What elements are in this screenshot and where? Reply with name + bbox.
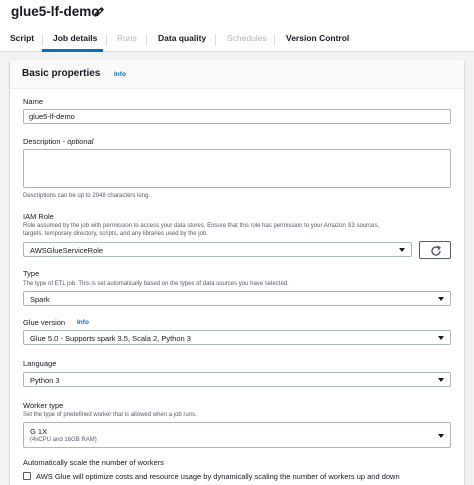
refresh-roles-button[interactable]: [419, 241, 451, 259]
caret-down-icon: [438, 434, 444, 438]
description-hint: Descriptions can be up to 2048 character…: [23, 193, 151, 199]
glue-version-value: Glue 5.0 - Supports spark 3.5, Scala 2, …: [30, 334, 191, 343]
type-label: Type: [23, 269, 40, 278]
language-label: Language: [23, 359, 57, 368]
tab-bar: Script Job details Runs Data quality Sch…: [0, 28, 474, 52]
page-header: glue5-lf-demo Script Job details Runs Da…: [0, 0, 474, 52]
language-value: Python 3: [30, 376, 60, 385]
description-textarea[interactable]: [23, 149, 451, 188]
caret-down-icon: [399, 248, 405, 252]
autoscale-label: Automatically scale the number of worker…: [23, 458, 164, 467]
info-link[interactable]: Info: [114, 71, 126, 78]
language-select[interactable]: Python 3: [23, 372, 451, 387]
worker-type-label: Worker type: [23, 401, 64, 410]
worker-type-detail: (4vCPU and 16GB RAM): [30, 437, 97, 443]
caret-down-icon: [438, 378, 444, 382]
tab-version-control[interactable]: Version Control: [286, 33, 349, 43]
type-value: Spark: [30, 295, 50, 304]
tab-data-quality[interactable]: Data quality: [158, 33, 206, 43]
autoscale-checkbox[interactable]: [23, 472, 31, 480]
pencil-icon[interactable]: [92, 5, 106, 19]
tab-divider: [146, 34, 147, 46]
tab-divider: [106, 34, 107, 46]
glue-version-label: Glue version: [23, 318, 66, 327]
tab-schedules[interactable]: Schedules: [227, 33, 267, 43]
panel-header: Basic properties Info: [10, 60, 464, 89]
job-title: glue5-lf-demo: [11, 4, 100, 19]
worker-type-select[interactable]: G 1X (4vCPU and 16GB RAM): [23, 422, 451, 448]
name-label: Name: [23, 97, 44, 106]
tab-divider: [215, 34, 216, 46]
name-input[interactable]: glue5-lf-demo: [23, 109, 451, 124]
iam-role-description-1: Role assumed by the job with permission …: [23, 223, 380, 229]
tab-job-details[interactable]: Job details: [53, 33, 97, 43]
iam-role-description-2: targets, temporary directory, scripts, a…: [23, 231, 208, 237]
iam-role-label: IAM Role: [23, 212, 54, 221]
type-description: The type of ETL job. This is set automat…: [23, 281, 289, 287]
iam-role-value: AWSGlueServiceRole: [30, 246, 104, 255]
tab-script[interactable]: Script: [10, 33, 34, 43]
iam-role-select[interactable]: AWSGlueServiceRole: [23, 242, 412, 257]
active-tab-indicator: [42, 49, 103, 52]
tab-runs[interactable]: Runs: [117, 33, 137, 43]
caret-down-icon: [438, 336, 444, 340]
caret-down-icon: [438, 297, 444, 301]
refresh-icon: [431, 245, 441, 256]
type-select[interactable]: Spark: [23, 291, 451, 306]
worker-type-description: Set the type of predefined worker that i…: [23, 412, 197, 418]
description-label: Description - optional: [23, 137, 94, 146]
tab-divider: [42, 34, 43, 46]
glue-version-select[interactable]: Glue 5.0 - Supports spark 3.5, Scala 2, …: [23, 330, 451, 345]
autoscale-checkbox-label[interactable]: AWS Glue will optimize costs and resourc…: [36, 472, 400, 481]
panel-title: Basic properties: [22, 68, 101, 79]
glue-version-info-link[interactable]: Info: [77, 319, 89, 326]
worker-type-value: G 1X: [30, 427, 48, 436]
tab-divider: [274, 34, 275, 46]
